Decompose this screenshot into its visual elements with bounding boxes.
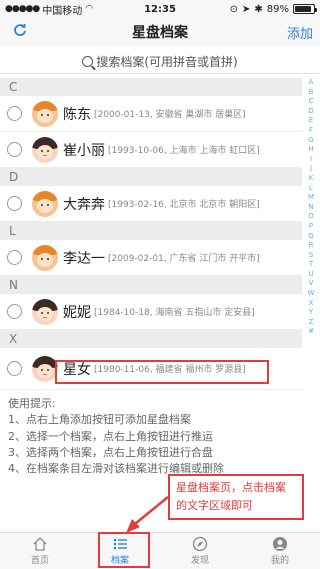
tab-label: 我的 [270,556,289,566]
section-header-c: C [0,78,302,96]
status-bar: ●●●●● 中国移动 ◠ 12:35 ⊙ ➤ ✱ 89% [0,0,320,18]
annotation-tab-highlight [98,532,150,568]
index-letter[interactable]: Z [309,318,314,328]
index-letter[interactable]: Y [309,308,313,318]
tips-title: 使用提示: [8,397,56,410]
tab-bar: 首页 档案 发现 我的 [0,532,320,569]
nav-bar: 星盘档案 添加 [0,18,320,46]
page-title: 星盘档案 [132,25,188,41]
add-button[interactable]: 添加 [280,23,320,42]
search-icon [82,56,94,67]
index-letter[interactable]: U [308,270,313,280]
avatar [32,244,58,271]
tab-label: 首页 [30,556,49,566]
avatar [32,298,58,325]
section-header-d: D [0,168,302,186]
index-letter[interactable]: R [309,241,314,251]
battery-icon [293,4,317,14]
tab-home[interactable]: 首页 [0,533,80,569]
battery-percent: 89% [266,3,289,15]
signal-icon: ●●●●● [5,4,40,14]
avatar [32,136,58,163]
select-radio[interactable] [7,304,22,319]
index-letter[interactable]: M [308,193,314,203]
index-letter[interactable]: B [309,88,314,98]
person-info[interactable]: [2009-02-01, 广东省 江门市 开平市] [108,251,260,264]
tips-line: 1、点右上角添加按钮可添加星盘档案 [8,413,191,427]
list-item[interactable]: 大奔奔 [1993-02-16, 北京市 北京市 朝阳区] [0,186,302,222]
index-letter[interactable]: A [309,78,314,88]
location-icon: ➤ [241,3,251,15]
select-radio[interactable] [7,361,22,376]
index-letter[interactable]: Q [308,232,314,242]
avatar [32,190,58,217]
index-letter[interactable]: # [308,327,314,337]
usage-tips: 使用提示: 1、点右上角添加按钮可添加星盘档案 2、选择一个档案，点右上角按钮进… [8,396,303,477]
tab-me[interactable]: 我的 [240,533,320,569]
index-letter[interactable]: T [309,260,313,270]
select-radio[interactable] [7,196,22,211]
index-letter[interactable]: O [308,212,314,222]
index-letter[interactable]: J [310,164,312,174]
list-item[interactable]: 陈东 [2000-01-13, 安徽省 巢湖市 居巢区] [0,96,302,132]
index-letter[interactable]: I [310,155,312,165]
person-info[interactable]: [1984-10-18, 海南省 五指山市 定安县] [94,305,255,318]
wifi-icon: ◠ [85,4,94,14]
index-letter[interactable]: K [309,174,314,184]
index-letter[interactable]: V [309,279,314,289]
person-info[interactable]: [2000-01-13, 安徽省 巢湖市 居巢区] [94,107,246,120]
tab-discover[interactable]: 发现 [160,533,240,569]
index-letter[interactable]: X [309,299,314,309]
select-radio[interactable] [7,250,22,265]
alphabet-index[interactable]: A B C D E F G H I J K L M N O P Q R S T U V W X Y Z # [304,78,318,378]
callout-line: 星盘档案页，点击档案 [176,481,286,494]
callout-line: 的文字区域即可 [176,499,253,512]
index-letter[interactable]: P [309,222,313,232]
person-name[interactable]: 崔小丽 [63,140,105,160]
list-item[interactable]: 妮妮 [1984-10-18, 海南省 五指山市 定安县] [0,294,302,330]
index-letter[interactable]: L [309,184,313,194]
index-letter[interactable]: C [309,97,314,107]
index-letter[interactable]: G [308,136,313,146]
home-icon [33,537,47,551]
lock-rotation-icon: ⊙ [229,3,238,15]
carrier-label: 中国移动 [42,5,83,17]
compass-icon [192,536,208,552]
section-header-l: L [0,222,302,240]
tab-label: 发现 [190,556,209,566]
person-info[interactable]: [1993-10-06, 上海市 上海市 虹口区] [108,143,260,156]
index-letter[interactable]: F [309,126,313,136]
person-name[interactable]: 李达一 [63,248,105,268]
tips-line: 3、选择两个档案，点右上角按钮进行合盘 [8,445,213,459]
tips-line: 2、选择一个档案，点右上角按钮进行推运 [8,429,213,443]
annotation-callout: 星盘档案页，点击档案 的文字区域即可 [168,474,304,520]
person-name[interactable]: 陈东 [63,104,91,124]
list-item[interactable]: 李达一 [2009-02-01, 广东省 江门市 开平市] [0,240,302,276]
index-letter[interactable]: D [308,107,313,117]
index-letter[interactable]: E [309,116,313,126]
person-name[interactable]: 妮妮 [63,302,91,322]
index-letter[interactable]: H [308,145,313,155]
person-name[interactable]: 大奔奔 [63,194,105,214]
annotation-highlight [55,360,269,384]
user-icon [273,537,287,551]
index-letter[interactable]: W [308,289,315,299]
person-info[interactable]: [1993-02-16, 北京市 北京市 朝阳区] [108,197,260,210]
select-radio[interactable] [7,142,22,157]
index-letter[interactable]: S [309,251,313,261]
bluetooth-icon: ✱ [254,3,263,15]
refresh-icon[interactable] [0,23,40,41]
list-item[interactable]: 崔小丽 [1993-10-06, 上海市 上海市 虹口区] [0,132,302,168]
select-radio[interactable] [7,106,22,121]
search-input[interactable]: 搜索档案(可用拼音或首拼) [0,50,320,74]
search-placeholder: 搜索档案(可用拼音或首拼) [96,55,238,69]
section-header-x: X [0,330,302,348]
avatar [32,100,58,127]
status-time: 12:35 [144,3,176,15]
section-header-n: N [0,276,302,294]
index-letter[interactable]: N [308,203,313,213]
